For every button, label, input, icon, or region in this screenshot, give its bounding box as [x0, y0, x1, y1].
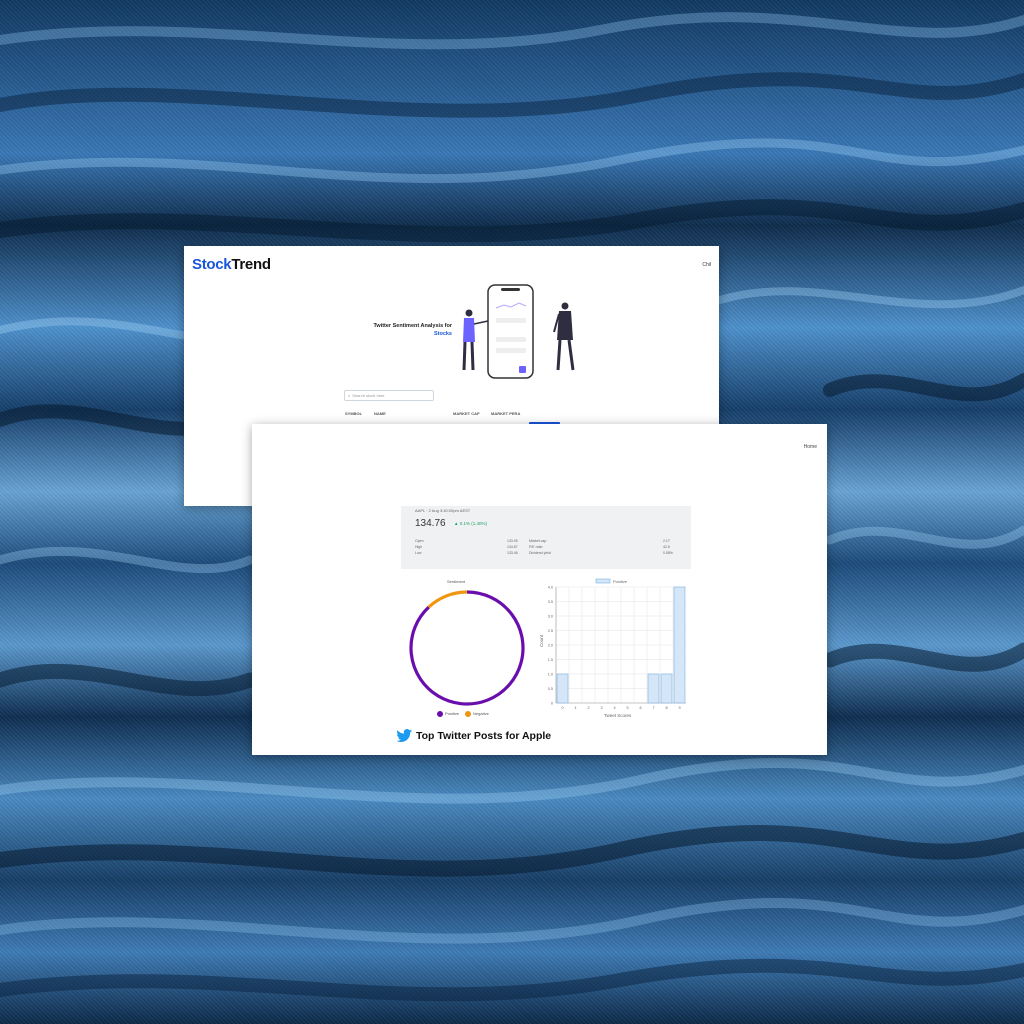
value-open: 133.95: [507, 539, 518, 543]
legend-negative-swatch: [465, 711, 472, 717]
quote-panel: AAPL · 2 Aug 3:40:00pm AEST 134.76 ▲ 0.1…: [401, 506, 691, 569]
legend-positive[interactable]: Positive: [437, 711, 459, 717]
bar-y-axis-label: Count: [539, 634, 544, 647]
bar-y-tick-label: 4.0: [548, 586, 553, 590]
bar-x-tick-label: 7: [652, 706, 654, 710]
column-header-symbol: SYMBOL: [345, 410, 363, 416]
bar-legend-swatch: [595, 578, 611, 584]
bar-y-tick-label: 0.5: [548, 687, 553, 691]
bar-y-tick-label: 3.5: [548, 600, 553, 604]
bar-x-tick-label: 0: [561, 706, 563, 710]
search-icon: ⌕: [348, 393, 351, 398]
label-high: High: [415, 545, 423, 549]
bar-y-tick-label: 2.5: [548, 629, 553, 633]
label-market-cap: Market cap: [529, 539, 547, 543]
legend-negative-label: Negative: [473, 711, 489, 717]
value-low: 133.46: [507, 551, 518, 555]
bar-8: [660, 673, 673, 704]
top-posts-heading-text: Top Twitter Posts for Apple: [416, 729, 552, 742]
logo-part-trend: Trend: [231, 256, 271, 273]
twitter-bird-icon: [396, 729, 412, 742]
phone-field-1: [496, 318, 526, 323]
bar-x-axis-label: Tweet Scores: [604, 713, 632, 718]
bar-y-tick-label: 0: [551, 702, 553, 706]
table-header-row: SYMBOL NAME MARKET CAP MARKET PERA: [344, 407, 564, 419]
bar-x-ticks: 0 1 2 3 4 5 6 7 8 9: [561, 706, 680, 710]
woman-figure: [462, 309, 489, 371]
phone-notch: [501, 288, 520, 291]
label-low: Low: [415, 551, 422, 555]
quote-change: ▲ 0.1% (1.40%): [454, 521, 487, 526]
nav-link[interactable]: Chil: [702, 262, 711, 268]
label-pe-ratio: P/E ratio: [529, 545, 543, 549]
donut-legend: Positive Negative: [437, 711, 489, 717]
bar-0: [556, 673, 569, 704]
donut-title: Sentiment: [447, 579, 466, 584]
legend-positive-swatch: [437, 711, 443, 717]
man-figure: [553, 302, 575, 371]
column-header-pe: MARKET PERA: [491, 410, 521, 416]
screenshot-detail: Home AAPL · 2 Aug 3:40:00pm AEST 134.76 …: [252, 424, 827, 755]
logo-part-stock: Stock: [192, 256, 232, 273]
bar-y-tick-label: 1.5: [548, 658, 553, 662]
hero-title-line1: Twitter Sentiment Analysis for: [373, 323, 452, 329]
hero-illustration: [462, 284, 575, 379]
value-pe-ratio: 42.6: [663, 545, 670, 549]
bar-legend-label: Positive: [613, 579, 628, 584]
bar-x-tick-label: 9: [678, 706, 680, 710]
bar-x-tick-label: 8: [665, 706, 667, 710]
donut-slice-negative: [427, 590, 468, 609]
search-input[interactable]: ⌕ Search stock here: [344, 390, 434, 401]
quote-price: 134.76: [415, 518, 446, 529]
column-header-name: NAME: [374, 410, 386, 416]
phone-outline: [487, 284, 534, 379]
hero-title-line2: Stocks: [433, 331, 452, 337]
bar-x-tick-label: 5: [626, 706, 628, 710]
legend-negative[interactable]: Negative: [465, 711, 489, 717]
bar-y-tick-label: 1.0: [548, 673, 553, 677]
home-link[interactable]: Home: [804, 444, 817, 450]
donut-slices: [409, 590, 525, 706]
bar-x-tick-label: 4: [613, 706, 615, 710]
legend-positive-label: Positive: [445, 711, 460, 717]
label-dividend-yield: Dividend yield: [529, 551, 551, 555]
bar-9: [673, 586, 686, 704]
hero-title: Twitter Sentiment Analysis for Stocks: [334, 322, 452, 338]
bar-x-tick-label: 3: [600, 706, 602, 710]
bar-x-tick-label: 6: [639, 706, 641, 710]
value-market-cap: 2.1T: [663, 539, 671, 543]
label-open: Open: [415, 539, 424, 543]
sentiment-donut-chart: [409, 590, 525, 706]
stocktrend-logo[interactable]: StockTrend: [192, 256, 271, 273]
top-posts-heading: Top Twitter Posts for Apple: [396, 729, 551, 742]
phone-field-3: [496, 348, 526, 353]
phone-field-2: [496, 337, 526, 342]
donut-slice-positive: [409, 590, 525, 706]
bar-x-tick-label: 2: [587, 706, 589, 710]
phone-button: [519, 366, 526, 373]
tweet-score-bar-chart: 0 0.5 1.0 1.5 2.0 2.5 3.0 3.5 4.0 0 1 2 3 4 5 6 7 8 9 Pos…: [539, 578, 686, 718]
search-placeholder: Search stock here: [352, 393, 385, 398]
column-header-market-cap: MARKET CAP: [453, 410, 480, 416]
bar-x-tick-label: 1: [574, 706, 576, 710]
quote-header: AAPL · 2 Aug 3:40:00pm AEST: [415, 508, 471, 513]
value-high: 134.87: [507, 545, 518, 549]
bar-7: [647, 673, 660, 704]
column-header-action: [529, 407, 564, 419]
value-dividend-yield: 0.58%: [663, 551, 673, 555]
bar-y-tick-label: 2.0: [548, 644, 553, 648]
bar-y-tick-label: 3.0: [548, 615, 553, 619]
bar-y-ticks: 0 0.5 1.0 1.5 2.0 2.5 3.0 3.5 4.0: [548, 586, 553, 706]
